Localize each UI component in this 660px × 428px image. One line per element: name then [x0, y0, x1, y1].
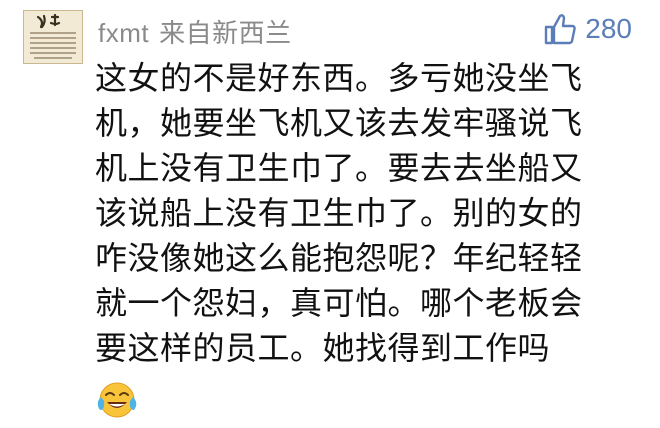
comment-body: 这女的不是好东西。多亏她没坐飞 机，她要坐飞机又该去发牢骚说飞 机上没有卫生巾了…: [95, 56, 655, 371]
like-button[interactable]: 280: [543, 12, 632, 46]
location-label: 来自新西兰: [159, 18, 292, 48]
avatar[interactable]: [23, 10, 83, 64]
avatar-image: [24, 11, 82, 63]
tears-of-joy-emoji: [96, 380, 138, 424]
comment-line: 机上没有卫生巾了。要去去坐船又: [95, 149, 583, 187]
comment-line: 机，她要坐飞机又该去发牢骚说飞: [95, 104, 583, 142]
thumbs-up-icon: [545, 14, 577, 45]
comment-author-line: fxmt 来自新西兰: [98, 13, 292, 50]
comment-line: 要这样的员工。她找得到工作吗: [95, 329, 551, 367]
like-count: 280: [585, 13, 632, 44]
comment-line: 就一个怨妇，真可怕。哪个老板会: [95, 284, 583, 322]
comment-line: 咋没像她这么能抱怨呢？年纪轻轻: [95, 239, 583, 277]
comment-line: 这女的不是好东西。多亏她没坐飞: [95, 59, 583, 97]
comment-line: 该说船上没有卫生巾了。别的女的: [95, 194, 583, 232]
username[interactable]: fxmt: [98, 18, 149, 48]
